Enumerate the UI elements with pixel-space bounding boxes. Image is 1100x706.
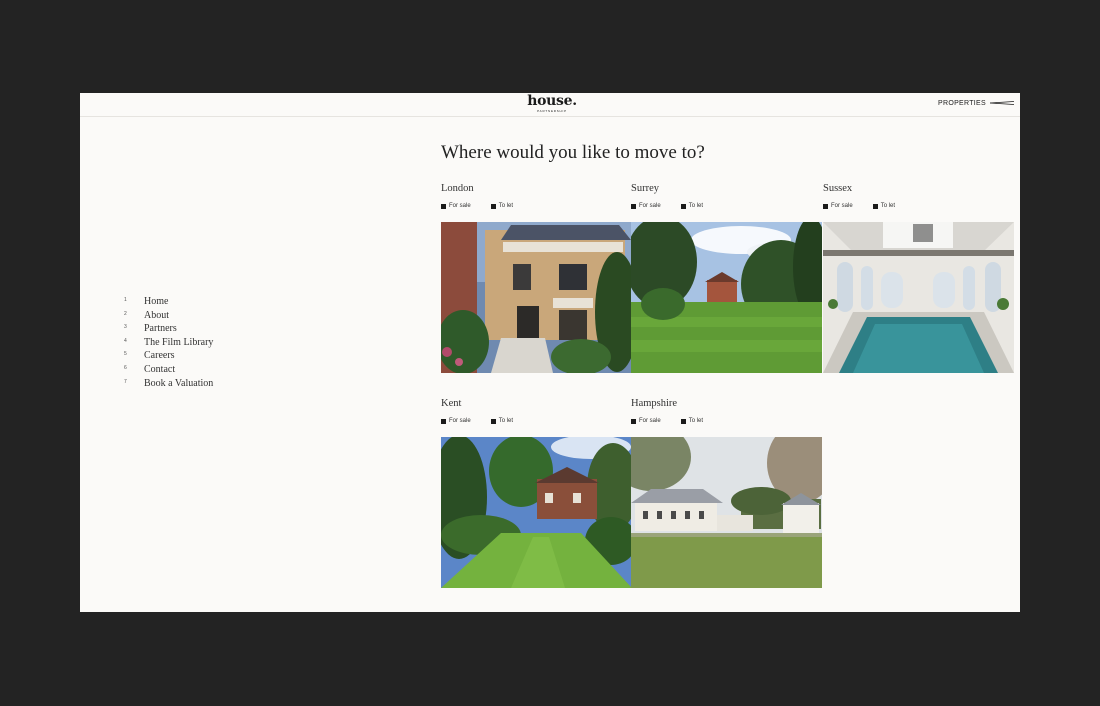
to-let-label: To let — [498, 203, 514, 209]
nav-item-label: Home — [144, 296, 169, 307]
region-surrey: Surrey For sale To let — [631, 182, 822, 373]
nav-item-label: Contact — [144, 363, 176, 375]
for-sale-link[interactable]: For sale — [441, 418, 471, 424]
nav-item-number: 6 — [124, 364, 127, 371]
site-logo[interactable]: house. PARTNERSHIP — [527, 93, 577, 114]
to-let-link[interactable]: To let — [680, 203, 704, 209]
sussex-pool-photo[interactable] — [823, 222, 1014, 373]
region-links: For sale To let — [631, 418, 723, 424]
region-title[interactable]: Sussex — [823, 182, 1014, 196]
logo-wordmark: house. — [527, 93, 577, 109]
nav-item-contact[interactable]: 6 Contact — [124, 364, 213, 378]
nav-item-label: Book a Valuation — [144, 377, 214, 389]
region-kent: Kent For sale To let — [441, 397, 632, 588]
site-header: house. PARTNERSHIP PROPERTIES — [80, 93, 1020, 117]
nav-item-label: Careers — [144, 350, 175, 362]
square-bullet-icon — [441, 203, 446, 209]
for-sale-link[interactable]: For sale — [441, 203, 471, 209]
square-bullet-icon — [490, 203, 496, 209]
square-bullet-icon — [680, 418, 686, 424]
page-title: Where would you like to move to? — [441, 142, 705, 163]
region-links: For sale To let — [823, 203, 915, 209]
nav-item-number: 2 — [124, 310, 127, 317]
to-let-label: To let — [880, 203, 896, 209]
for-sale-label: For sale — [831, 203, 853, 209]
region-links: For sale To let — [441, 203, 533, 209]
nav-item-number: 3 — [124, 324, 127, 331]
nav-item-about[interactable]: 2 About — [124, 310, 213, 324]
region-links: For sale To let — [631, 203, 723, 209]
region-links: For sale To let — [441, 418, 533, 424]
for-sale-label: For sale — [639, 418, 661, 424]
to-let-label: To let — [688, 203, 704, 209]
square-bullet-icon — [823, 203, 828, 209]
for-sale-link[interactable]: For sale — [823, 203, 853, 209]
to-let-link[interactable]: To let — [490, 418, 514, 424]
nav-item-film-library[interactable]: 4 The Film Library — [124, 337, 213, 351]
to-let-link[interactable]: To let — [680, 418, 704, 424]
square-bullet-icon — [680, 203, 686, 209]
hampshire-estate-photo[interactable] — [631, 437, 822, 588]
nav-item-book-valuation[interactable]: 7 Book a Valuation — [124, 378, 213, 392]
nav-item-label: About — [144, 309, 169, 321]
to-let-link[interactable]: To let — [872, 203, 896, 209]
properties-link[interactable]: PROPERTIES — [938, 100, 986, 107]
logo-tagline: PARTNERSHIP — [537, 109, 567, 113]
region-title[interactable]: London — [441, 182, 632, 196]
for-sale-link[interactable]: For sale — [631, 418, 661, 424]
region-title[interactable]: Surrey — [631, 182, 822, 196]
nav-item-number: 5 — [124, 351, 127, 358]
region-hampshire: Hampshire For sale To let — [631, 397, 822, 588]
square-bullet-icon — [631, 418, 636, 424]
side-nav: 1 Home 2 About 3 Partners 4 The Film Library… — [124, 296, 213, 391]
region-title[interactable]: Hampshire — [631, 397, 822, 411]
nav-item-careers[interactable]: 5 Careers — [124, 350, 213, 364]
for-sale-label: For sale — [449, 418, 471, 424]
to-let-label: To let — [498, 418, 514, 424]
nav-item-number: 4 — [124, 337, 127, 344]
kent-garden-photo[interactable] — [441, 437, 632, 588]
region-sussex: Sussex For sale To let — [823, 182, 1014, 373]
nav-item-label: The Film Library — [144, 336, 214, 348]
nav-item-number: 7 — [124, 378, 127, 385]
to-let-link[interactable]: To let — [490, 203, 514, 209]
for-sale-label: For sale — [449, 203, 471, 209]
region-title[interactable]: Kent — [441, 397, 632, 411]
square-bullet-icon — [441, 418, 446, 424]
square-bullet-icon — [631, 203, 636, 209]
page-canvas: house. PARTNERSHIP PROPERTIES Where woul… — [80, 93, 1020, 612]
for-sale-label: For sale — [639, 203, 661, 209]
for-sale-link[interactable]: For sale — [631, 203, 661, 209]
nav-item-partners[interactable]: 3 Partners — [124, 323, 213, 337]
london-townhouse-photo[interactable] — [441, 222, 632, 373]
to-let-label: To let — [688, 418, 704, 424]
nav-item-number: 1 — [124, 297, 127, 303]
menu-icon[interactable] — [990, 100, 1014, 106]
region-london: London For sale To let — [441, 182, 632, 373]
surrey-garden-photo[interactable] — [631, 222, 822, 373]
square-bullet-icon — [872, 203, 878, 209]
square-bullet-icon — [490, 418, 496, 424]
nav-item-home[interactable]: 1 Home — [124, 296, 213, 310]
nav-item-label: Partners — [144, 323, 177, 335]
